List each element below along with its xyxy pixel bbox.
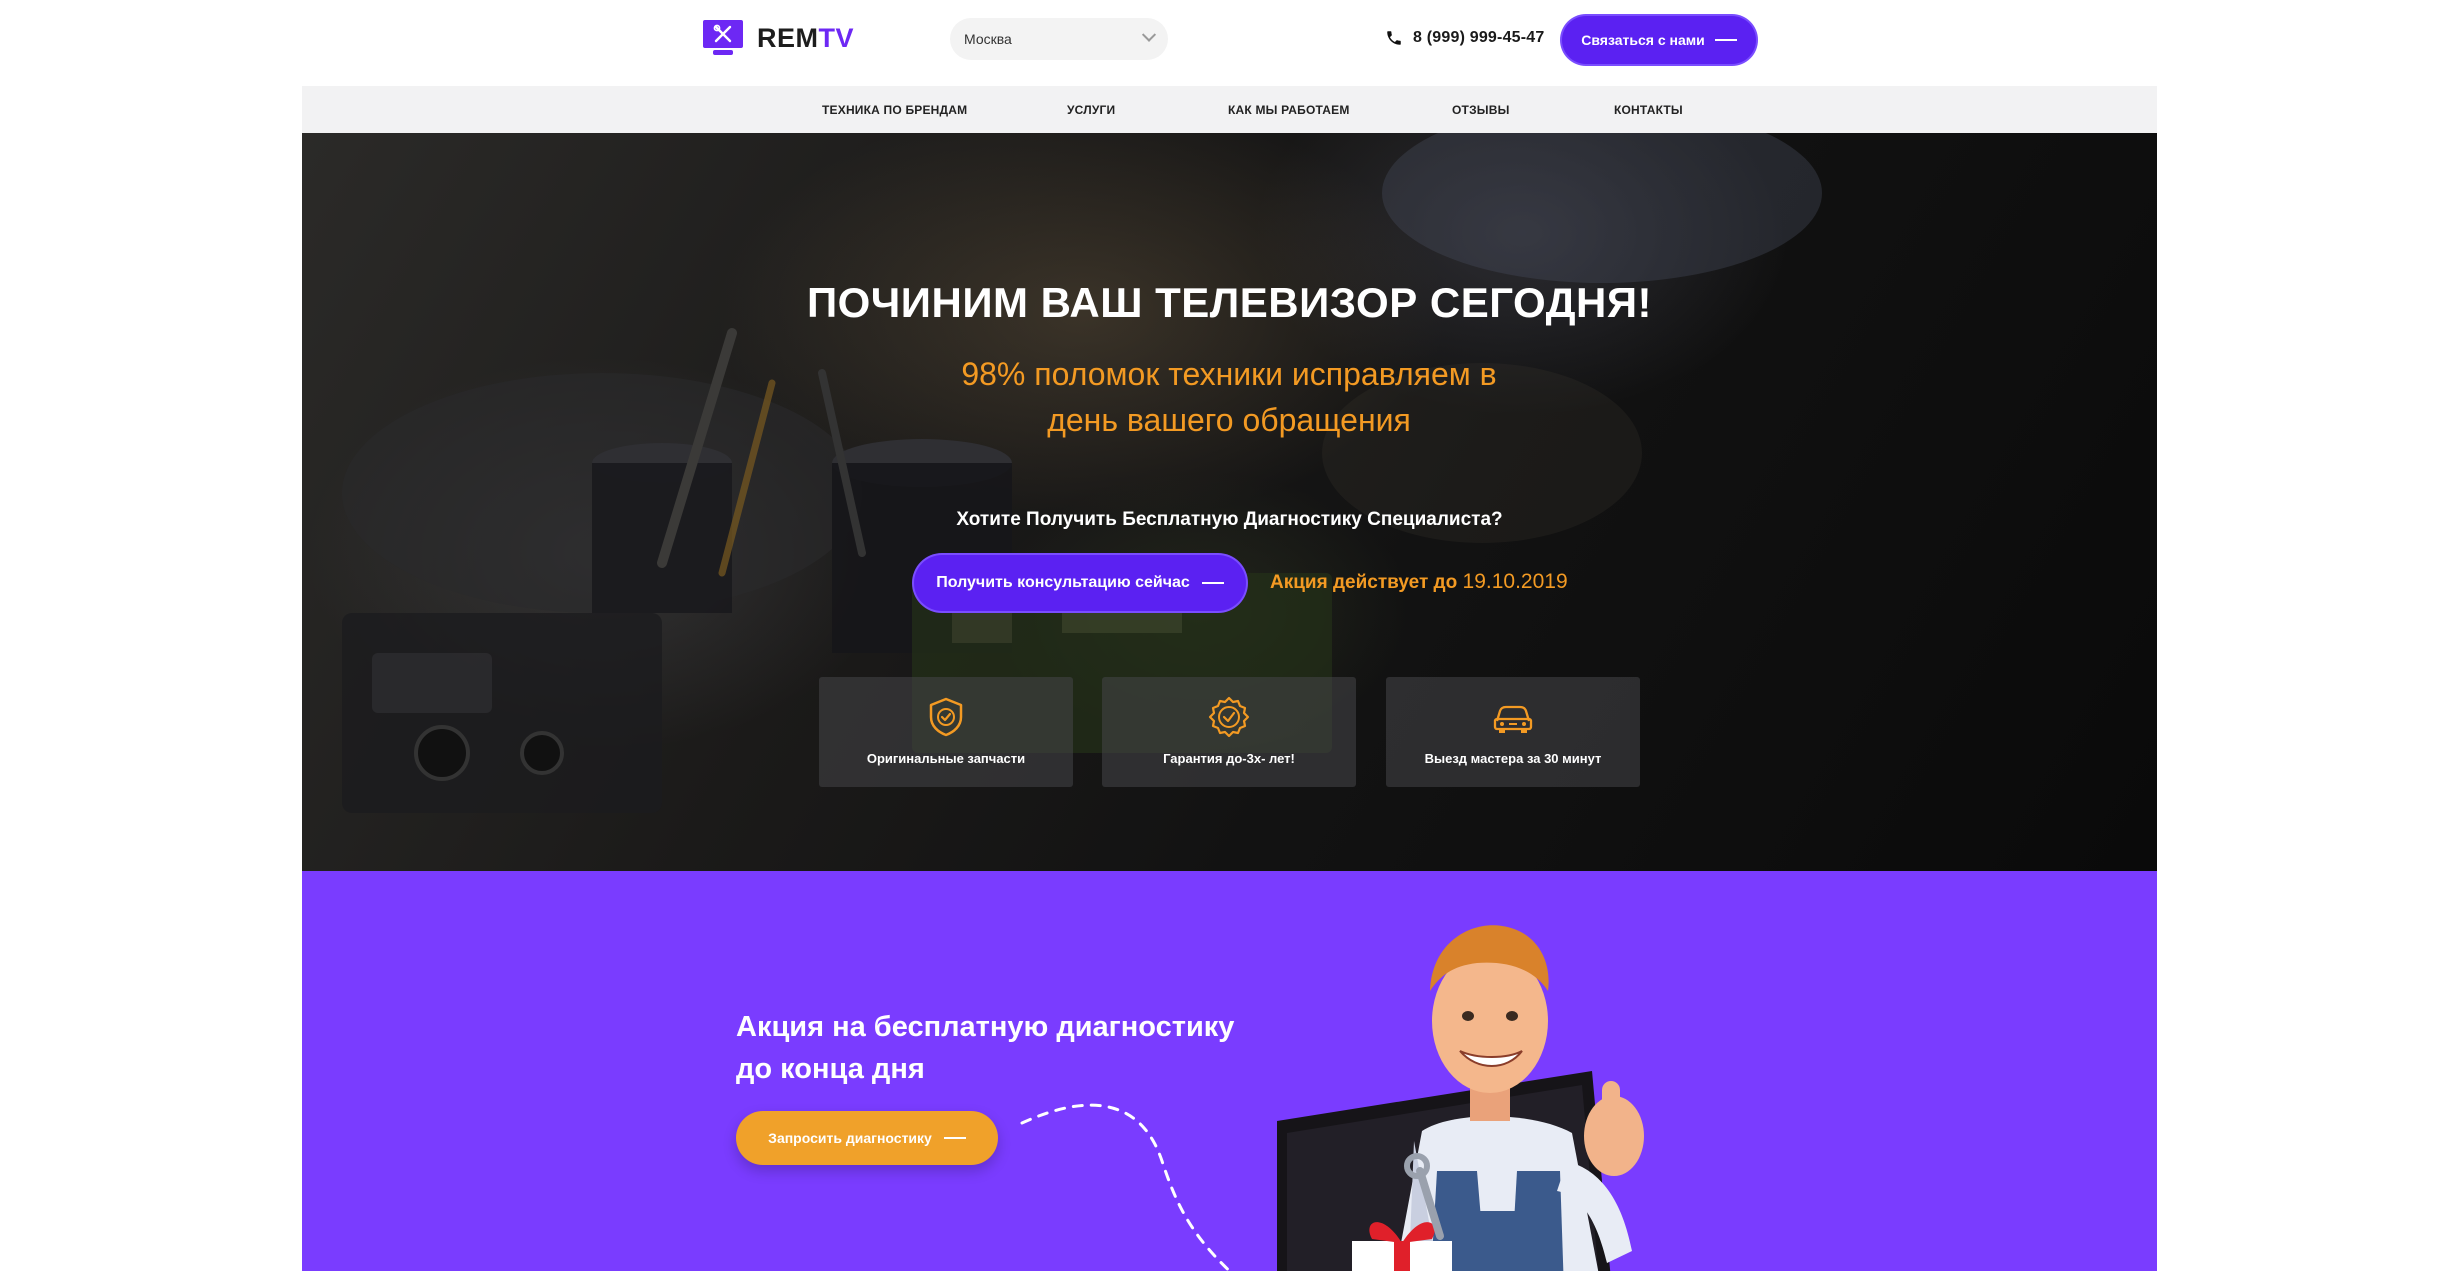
feature-label: Оригинальные запчасти (866, 751, 1026, 766)
feature-label: Выезд мастера за 30 минут (1424, 751, 1602, 766)
logo[interactable]: REMTV (703, 20, 854, 56)
feature-card-warranty: Гарантия до-3х- лет! (1102, 677, 1356, 787)
phone-number: 8 (999) 999-45-47 (1413, 29, 1545, 46)
phone-icon (1387, 31, 1401, 45)
nav-item-reviews[interactable]: ОТЗЫВЫ (1452, 86, 1510, 133)
promo-deadline: Акция действует до 19.10.2019 (1270, 570, 1568, 593)
nav-item-contacts[interactable]: КОНТАКТЫ (1614, 86, 1683, 133)
feature-label: Гарантия до-3х- лет! (1163, 751, 1295, 766)
dash-arrow-icon (1201, 582, 1224, 584)
nav-item-how-we-work[interactable]: КАК МЫ РАБОТАЕМ (1228, 86, 1350, 133)
get-consultation-button[interactable]: Получить консультацию сейчас (914, 555, 1246, 611)
hero-question: Хотите Получить Бесплатную Диагностику С… (956, 509, 1503, 530)
hero-title: ПОЧИНИМ ВАШ ТЕЛЕВИЗОР СЕГОДНЯ! (806, 279, 1653, 326)
hero-section: ПОЧИНИМ ВАШ ТЕЛЕВИЗОР СЕГОДНЯ! 98% полом… (302, 133, 2157, 871)
feature-card-fast-visit: Выезд мастера за 30 минут (1386, 677, 1640, 787)
promo-section: Акция на бесплатную диагностику до конца… (302, 871, 2157, 1271)
promo-title: Акция на бесплатную диагностику до конца… (736, 1011, 1235, 1085)
dash-arrow-icon (943, 1137, 966, 1139)
contact-us-button[interactable]: Связаться с нами (1562, 16, 1756, 64)
badge-check-icon (1208, 696, 1250, 738)
tv-repair-logo-icon (703, 20, 743, 56)
phone-link[interactable]: 8 (999) 999-45-47 (1385, 26, 1545, 50)
request-diagnostics-button[interactable]: Запросить диагностику (736, 1111, 998, 1165)
shield-check-icon (929, 697, 963, 737)
dash-arrow-icon (1714, 39, 1737, 41)
logo-text: REMTV (757, 22, 855, 53)
city-select-value: Москва (964, 31, 1012, 47)
promo-date: 19.10.2019 (1462, 570, 1568, 593)
chevron-down-icon (1141, 27, 1157, 42)
nav-item-brands[interactable]: ТЕХНИКА ПО БРЕНДАМ (822, 86, 967, 133)
main-nav: ТЕХНИКА ПО БРЕНДАМ УСЛУГИ КАК МЫ РАБОТАЕ… (302, 86, 2157, 133)
city-select[interactable]: Москва (950, 18, 1168, 60)
feature-card-original-parts: Оригинальные запчасти (819, 677, 1073, 787)
car-icon (1493, 705, 1533, 733)
hero-subtitle: 98% поломок техники исправляем в день ва… (961, 356, 1497, 438)
site-header: REMTV Москва 8 (999) 999-45-47 Связаться… (0, 0, 2445, 86)
nav-item-services[interactable]: УСЛУГИ (1067, 86, 1115, 133)
